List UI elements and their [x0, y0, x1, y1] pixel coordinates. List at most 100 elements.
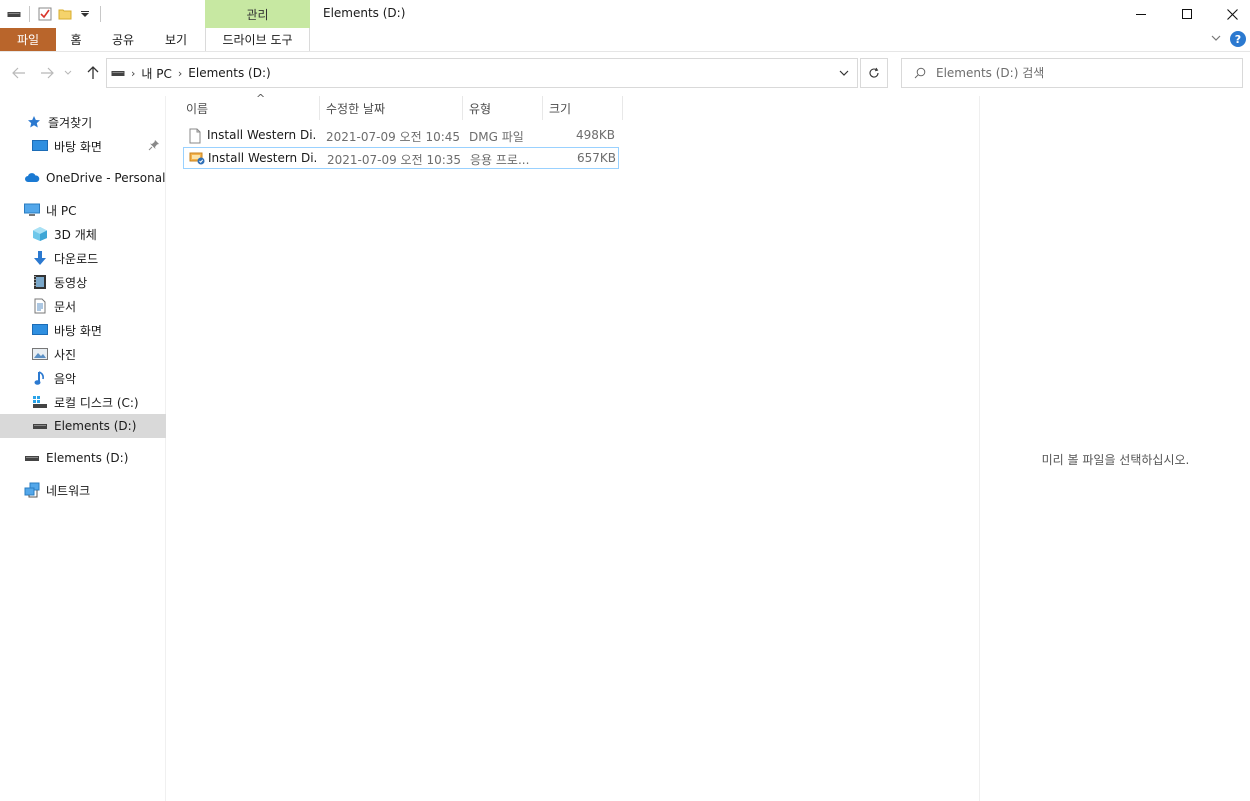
tab-file[interactable]: 파일 [0, 28, 56, 51]
sidebar-item-label: 사진 [54, 347, 77, 362]
sidebar-item-onedrive[interactable]: OneDrive - Personal [0, 166, 166, 190]
sidebar-item-label: 바탕 화면 [54, 323, 102, 338]
search-icon [914, 67, 926, 79]
drive-icon[interactable] [6, 6, 22, 22]
music-icon [32, 370, 48, 386]
address-dropdown-button[interactable] [832, 59, 856, 87]
up-button[interactable] [84, 64, 102, 82]
sidebar-item-label: 로컬 디스크 (C:) [54, 395, 139, 410]
sidebar-item-documents[interactable]: 문서 [0, 294, 166, 318]
sidebar-item-network[interactable]: 네트워크 [0, 478, 166, 502]
cloud-icon [24, 170, 40, 186]
column-header-label: 이름 [186, 101, 209, 116]
sidebar-item-desktop-pinned[interactable]: 바탕 화면 [0, 134, 166, 158]
expand-ribbon-button[interactable] [1210, 32, 1222, 47]
column-header-name[interactable]: 이름 ^ [180, 92, 320, 120]
breadcrumb-separator-icon[interactable]: › [131, 67, 135, 80]
help-icon[interactable]: ? [1230, 31, 1246, 47]
sidebar-item-music[interactable]: 음악 [0, 366, 166, 390]
sort-ascending-icon: ^ [256, 92, 266, 105]
sidebar-item-label: OneDrive - Personal [46, 171, 166, 185]
table-row[interactable]: Install Western Di... 2021-07-09 오전 10:3… [183, 147, 619, 169]
properties-icon[interactable] [37, 6, 53, 22]
ribbon-right-controls: ? [1210, 31, 1246, 47]
drive-icon [32, 418, 48, 434]
chevron-down-icon [64, 70, 72, 75]
sidebar-item-label: 동영상 [54, 275, 88, 290]
quick-access-toolbar [6, 4, 104, 24]
refresh-button[interactable] [860, 58, 888, 88]
back-button[interactable] [10, 64, 28, 82]
sidebar-item-quick-access[interactable]: 즐겨찾기 [0, 110, 166, 134]
sidebar-item-videos[interactable]: 동영상 [0, 270, 166, 294]
preview-pane: 미리 볼 파일을 선택하십시오. [979, 96, 1250, 801]
window-title: Elements (D:) [323, 6, 406, 20]
tab-view[interactable]: 보기 [158, 28, 194, 51]
forward-button[interactable] [38, 64, 56, 82]
chevron-down-icon [839, 70, 849, 76]
column-header-date[interactable]: 수정한 날짜 [320, 96, 463, 120]
sidebar-item-label: Elements (D:) [54, 419, 137, 433]
column-header-label: 수정한 날짜 [326, 101, 386, 116]
recent-locations-button[interactable] [62, 64, 74, 82]
sidebar-item-elements-d-root[interactable]: Elements (D:) [0, 446, 166, 470]
qat-separator [100, 6, 101, 22]
picture-icon [32, 346, 48, 362]
close-icon [1226, 8, 1238, 20]
drive-icon [32, 394, 48, 410]
file-name: Install Western Di... [207, 128, 315, 142]
maximize-icon [1182, 9, 1192, 19]
customize-qat-icon[interactable] [77, 6, 93, 22]
minimize-icon [1136, 14, 1146, 15]
sidebar-item-label: 네트워크 [46, 483, 91, 498]
sidebar-item-label: 다운로드 [54, 251, 99, 266]
tab-home[interactable]: 홈 [62, 28, 90, 51]
tab-drive-tools[interactable]: 드라이브 도구 [205, 28, 310, 51]
column-header-type[interactable]: 유형 [463, 96, 543, 120]
file-date: 2021-07-09 오전 10:35 [327, 153, 462, 167]
breadcrumb-this-pc[interactable]: 내 PC [141, 65, 171, 82]
arrow-right-icon [41, 67, 54, 79]
qat-separator [29, 6, 30, 22]
sidebar-item-pictures[interactable]: 사진 [0, 342, 166, 366]
file-size: 657KB [576, 151, 616, 165]
preview-message: 미리 볼 파일을 선택하십시오. [1041, 453, 1190, 467]
sidebar-item-label: 음악 [54, 371, 77, 386]
new-folder-icon[interactable] [57, 6, 73, 22]
refresh-icon [869, 67, 879, 78]
sidebar-item-elements-d[interactable]: Elements (D:) [0, 414, 166, 438]
table-row[interactable]: Install Western Di... 2021-07-09 오전 10:4… [183, 125, 619, 147]
file-size: 498KB [575, 128, 615, 142]
breadcrumb-elements-drive[interactable]: Elements (D:) [188, 66, 270, 80]
sidebar-item-label: Elements (D:) [46, 451, 129, 465]
file-type: DMG 파일 [469, 130, 524, 144]
search-box[interactable] [901, 58, 1243, 88]
computer-icon [24, 202, 40, 218]
breadcrumb-separator-icon[interactable]: › [178, 67, 182, 80]
file-type: 응용 프로... [470, 153, 530, 167]
sidebar-item-this-pc[interactable]: 내 PC [0, 198, 166, 222]
pin-icon[interactable] [148, 139, 160, 154]
sidebar-item-label: 즐겨찾기 [48, 115, 93, 130]
minimize-button[interactable] [1118, 0, 1164, 28]
file-date: 2021-07-09 오전 10:45 [326, 130, 461, 144]
column-header-label: 크기 [549, 101, 572, 116]
sidebar-item-desktop[interactable]: 바탕 화면 [0, 318, 166, 342]
sidebar-item-3d-objects[interactable]: 3D 개체 [0, 222, 166, 246]
close-button[interactable] [1209, 0, 1250, 28]
navigation-pane: 즐겨찾기 바탕 화면 OneDrive - Personal 내 PC 3D 개… [0, 96, 166, 801]
network-icon [24, 482, 40, 498]
title-bar: 관리 Elements (D:) [0, 0, 1250, 28]
application-icon [189, 151, 205, 167]
star-icon [26, 114, 42, 130]
search-input[interactable] [936, 66, 1216, 80]
address-bar[interactable]: › 내 PC › Elements (D:) [106, 58, 858, 88]
sidebar-item-local-disk-c[interactable]: 로컬 디스크 (C:) [0, 390, 166, 414]
arrow-up-icon [87, 66, 99, 79]
tab-share[interactable]: 공유 [106, 28, 140, 51]
column-header-size[interactable]: 크기 [543, 96, 623, 120]
maximize-button[interactable] [1164, 0, 1210, 28]
sidebar-item-downloads[interactable]: 다운로드 [0, 246, 166, 270]
context-tab-group-title: 관리 [205, 0, 310, 28]
download-icon [32, 250, 48, 266]
